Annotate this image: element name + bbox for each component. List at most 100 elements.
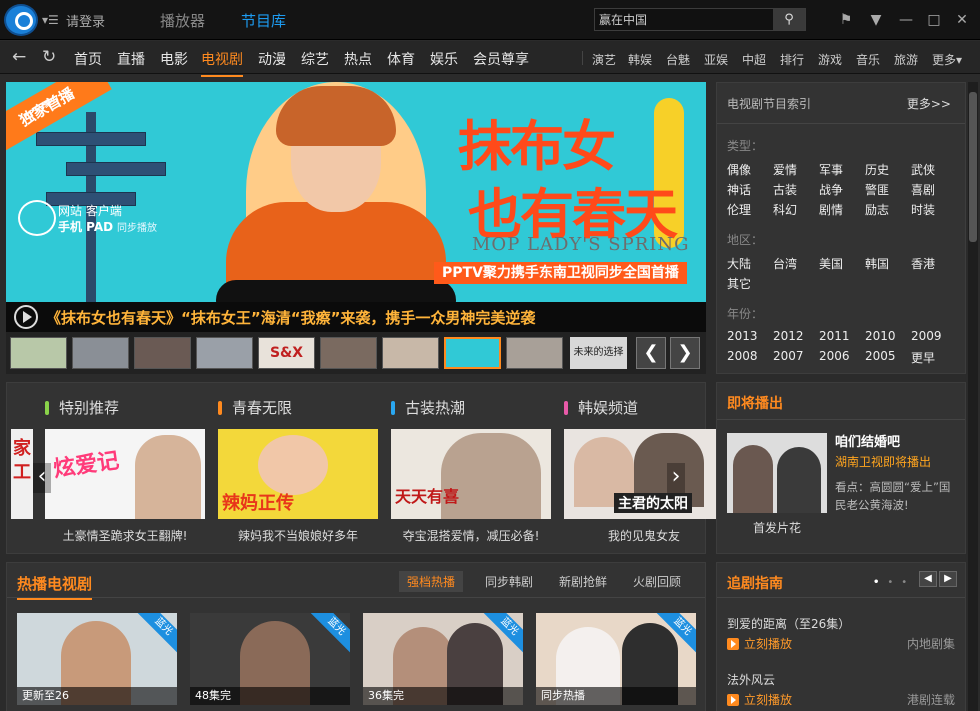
nav-sub-taiwan[interactable]: 台魅: [666, 51, 690, 68]
nav-sub-asia[interactable]: 亚娱: [704, 51, 728, 68]
index-more-link[interactable]: 更多>>: [907, 95, 951, 112]
main-menu-icon[interactable]: ▾☰: [42, 13, 59, 27]
year-item[interactable]: 2005: [865, 349, 896, 363]
year-item[interactable]: 2013: [727, 329, 758, 343]
banner-caption[interactable]: 《抹布女也有春天》“抹布女王”海清“我瘵”来袭，携手一众男神完美逆袭: [46, 307, 535, 328]
region-item[interactable]: 大陆: [727, 255, 751, 272]
channels-next-button[interactable]: ›: [667, 463, 685, 493]
type-item[interactable]: 军事: [819, 161, 843, 178]
channel-card[interactable]: 主君的太阳: [564, 429, 724, 519]
hot-tv-card[interactable]: 蓝光 48集完: [190, 613, 350, 705]
nav-anime[interactable]: 动漫: [258, 49, 286, 69]
nav-vip[interactable]: 会员尊享: [473, 49, 529, 69]
type-item[interactable]: 战争: [819, 181, 843, 198]
type-item[interactable]: 历史: [865, 161, 889, 178]
guide-category[interactable]: 港剧连载: [907, 691, 955, 708]
channels-prev-button[interactable]: ‹: [33, 463, 51, 493]
guide-play-button[interactable]: 立刻播放: [727, 635, 792, 652]
region-item[interactable]: 其它: [727, 275, 751, 292]
guide-category[interactable]: 内地剧集: [907, 635, 955, 652]
type-item[interactable]: 爱情: [773, 161, 797, 178]
upcoming-thumbnail[interactable]: [727, 433, 827, 513]
banner-thumb-active[interactable]: [444, 337, 501, 369]
banner-thumb[interactable]: [382, 337, 439, 369]
login-link[interactable]: 请登录: [66, 11, 105, 30]
year-item[interactable]: 2010: [865, 329, 896, 343]
thumbs-next-button[interactable]: ❯: [670, 337, 700, 369]
upcoming-caption[interactable]: 首发片花: [727, 519, 827, 536]
nav-sub-csl[interactable]: 中超: [742, 51, 766, 68]
nav-sub-ranking[interactable]: 排行: [780, 51, 804, 68]
channel-card-caption[interactable]: 我的见鬼女友: [564, 527, 724, 544]
hot-tv-card[interactable]: 蓝光 同步热播: [536, 613, 696, 705]
upcoming-show-title[interactable]: 咱们结婚吧: [835, 431, 900, 450]
tab-library[interactable]: 节目库: [241, 10, 286, 31]
hot-tab-classics[interactable]: 火剧回顾: [633, 573, 681, 590]
maximize-icon[interactable]: □: [924, 10, 944, 30]
type-item[interactable]: 神话: [727, 181, 751, 198]
channel-tab-featured[interactable]: 特别推荐: [45, 397, 119, 418]
back-arrow-icon[interactable]: ←: [12, 47, 26, 67]
refresh-icon[interactable]: ↻: [42, 47, 56, 67]
hot-tab-blockbuster[interactable]: 强档热播: [399, 571, 464, 592]
nav-sub-korean[interactable]: 韩娱: [628, 51, 652, 68]
nav-sub-more[interactable]: 更多▾: [932, 51, 962, 68]
nav-live[interactable]: 直播: [117, 49, 145, 69]
guide-show-title[interactable]: 到爱的距离（至26集）: [727, 615, 850, 632]
nav-sub-performance[interactable]: 演艺: [592, 51, 616, 68]
channel-tab-youth[interactable]: 青春无限: [218, 397, 292, 418]
hot-tab-korean-sync[interactable]: 同步韩剧: [485, 573, 533, 590]
search-button[interactable]: ⚲: [773, 9, 805, 30]
play-icon[interactable]: [14, 305, 38, 329]
hot-tv-card[interactable]: 蓝光 更新至26: [17, 613, 177, 705]
region-item[interactable]: 美国: [819, 255, 843, 272]
type-item[interactable]: 科幻: [773, 201, 797, 218]
type-item[interactable]: 武侠: [911, 161, 935, 178]
guide-prev-button[interactable]: ◀: [919, 571, 937, 587]
year-item[interactable]: 2008: [727, 349, 758, 363]
nav-variety[interactable]: 综艺: [301, 49, 329, 69]
nav-sub-travel[interactable]: 旅游: [894, 51, 918, 68]
type-item[interactable]: 剧情: [819, 201, 843, 218]
banner-thumb-label[interactable]: 未来的选择: [570, 337, 627, 369]
type-item[interactable]: 偶像: [727, 161, 751, 178]
channel-card[interactable]: 辣妈正传: [218, 429, 378, 519]
channel-card[interactable]: 天天有喜: [391, 429, 551, 519]
scrollbar-thumb[interactable]: [969, 92, 977, 242]
nav-entertainment[interactable]: 娱乐: [430, 49, 458, 69]
banner-thumb[interactable]: [72, 337, 129, 369]
page-scrollbar[interactable]: [968, 82, 978, 711]
channel-card-caption[interactable]: 夺宝混搭爱情，减压必备!: [391, 527, 551, 544]
nav-sub-music[interactable]: 音乐: [856, 51, 880, 68]
type-item[interactable]: 时装: [911, 201, 935, 218]
region-item[interactable]: 韩国: [865, 255, 889, 272]
banner-thumb[interactable]: [10, 337, 67, 369]
channel-card-partial[interactable]: 家 工: [11, 429, 33, 519]
nav-movie[interactable]: 电影: [160, 49, 188, 69]
region-item[interactable]: 香港: [911, 255, 935, 272]
pptv-logo-icon[interactable]: [4, 4, 38, 36]
guide-show-title[interactable]: 法外风云: [727, 671, 775, 688]
type-item[interactable]: 伦理: [727, 201, 751, 218]
dropdown-icon[interactable]: ▼: [866, 10, 886, 30]
year-item[interactable]: 2011: [819, 329, 850, 343]
type-item[interactable]: 警匪: [865, 181, 889, 198]
region-item[interactable]: 台湾: [773, 255, 797, 272]
banner-thumb[interactable]: [196, 337, 253, 369]
banner-caption-bar[interactable]: 《抹布女也有春天》“抹布女王”海清“我瘵”来袭，携手一众男神完美逆袭: [6, 302, 706, 332]
year-item[interactable]: 2006: [819, 349, 850, 363]
hot-tab-new-preview[interactable]: 新剧抢鲜: [559, 573, 607, 590]
message-icon[interactable]: ⚑: [836, 10, 856, 30]
banner-thumb[interactable]: [320, 337, 377, 369]
year-item[interactable]: 2007: [773, 349, 804, 363]
nav-tv-series[interactable]: 电视剧: [201, 49, 243, 77]
channel-card-caption[interactable]: 辣妈我不当娘娘好多年: [218, 527, 378, 544]
nav-sub-games[interactable]: 游戏: [818, 51, 842, 68]
banner-thumb[interactable]: S&X: [258, 337, 315, 369]
year-item[interactable]: 2012: [773, 329, 804, 343]
hot-tv-card[interactable]: 蓝光 36集完: [363, 613, 523, 705]
year-item[interactable]: 2009: [911, 329, 942, 343]
nav-home[interactable]: 首页: [74, 49, 102, 69]
banner-thumb[interactable]: [134, 337, 191, 369]
thumbs-prev-button[interactable]: ❮: [636, 337, 666, 369]
